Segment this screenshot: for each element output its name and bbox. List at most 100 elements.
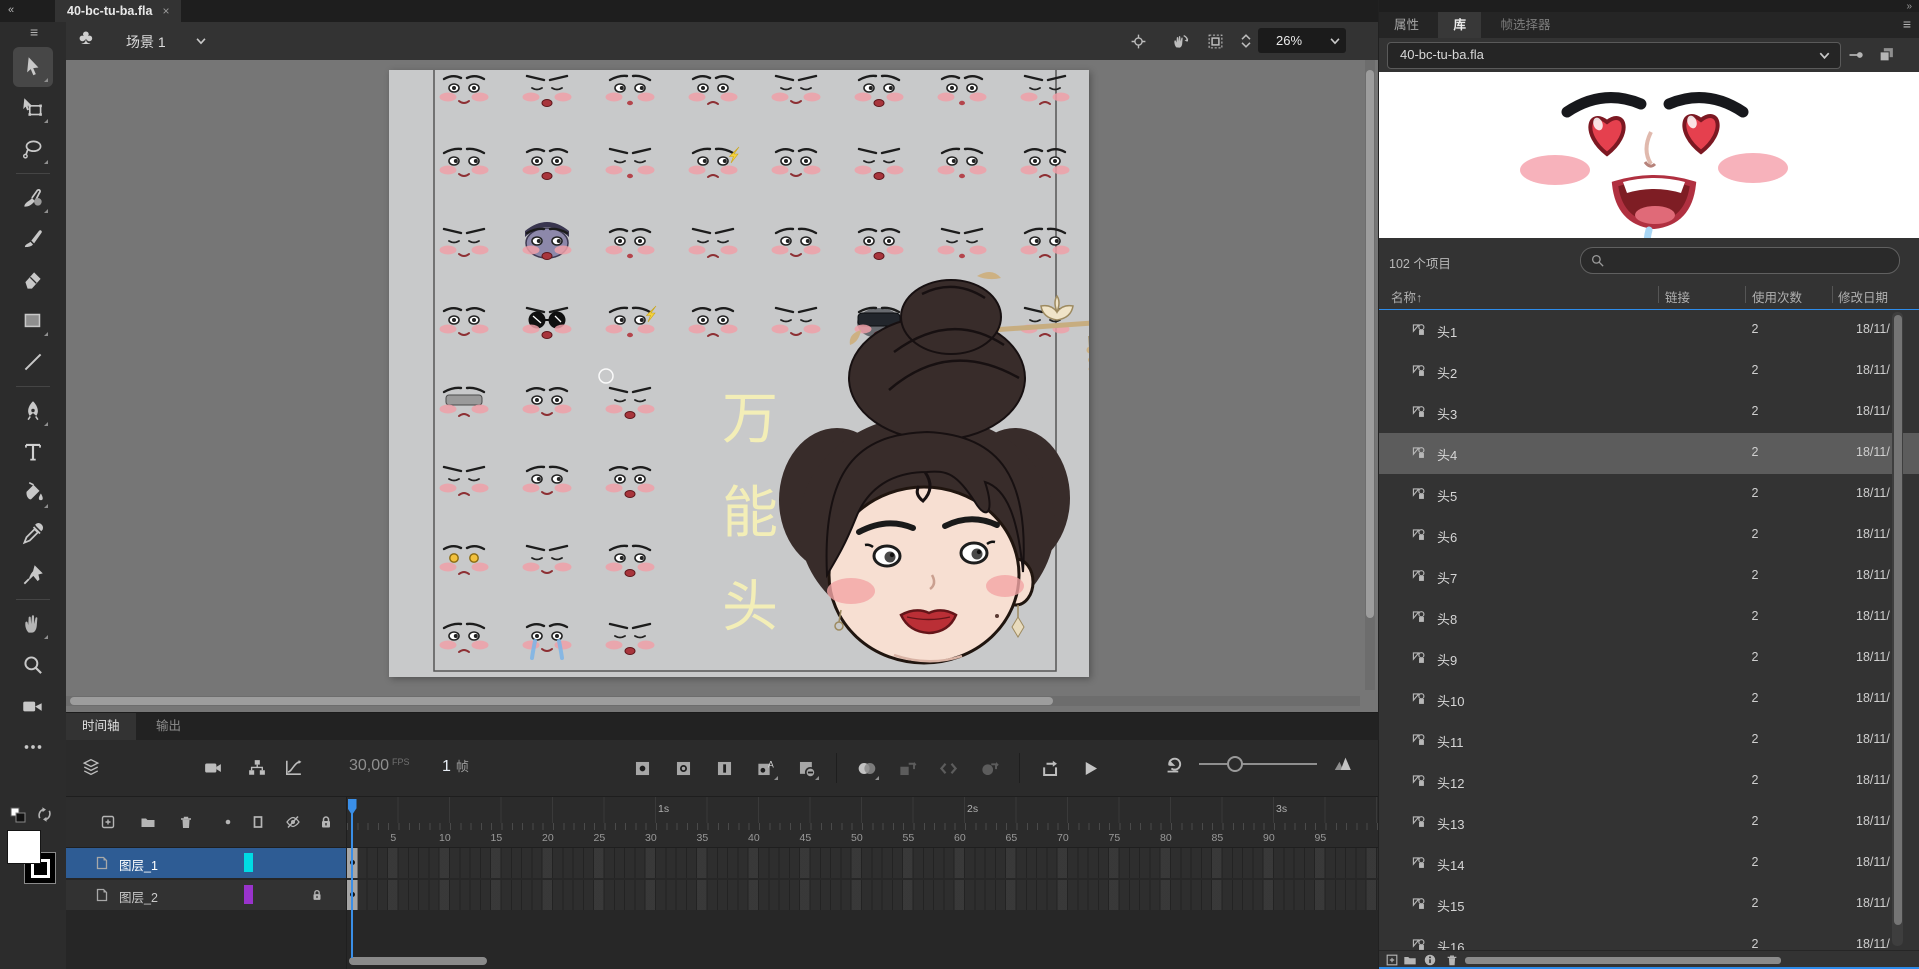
item-name[interactable]: 头8 [1437,609,1457,628]
new-folder-icon[interactable] [140,814,156,830]
toolbar-menu-icon[interactable]: ≡ [30,24,38,40]
library-column-header[interactable]: 名称↑ 链接 使用次数 修改日期 [1379,280,1919,310]
clip-content-icon[interactable] [1207,33,1224,50]
library-item-row[interactable]: 头3218/11/ [1379,392,1919,433]
item-name[interactable]: 头15 [1437,896,1464,915]
library-horizontal-scrollbar[interactable] [1465,957,1781,964]
panel-menu-icon[interactable]: ≡ [1903,16,1911,32]
tab-library[interactable]: 库 [1438,12,1481,38]
tab-output[interactable]: 输出 [140,713,197,740]
auto-keyframe-icon[interactable]: A [756,759,775,778]
collapse-panels-icon[interactable]: « [8,4,14,16]
item-name[interactable]: 头13 [1437,814,1464,833]
library-item-row[interactable]: 头16218/11/ [1379,925,1919,950]
column-linkage[interactable]: 链接 [1665,287,1690,306]
item-name[interactable]: 头3 [1437,404,1457,423]
tool-fluid-brush[interactable] [13,178,53,218]
frame-grid[interactable]: 1s2s3s 510152025303540455055606570758085… [347,797,1379,969]
default-colors-icon[interactable] [9,806,27,824]
layer-name[interactable]: 图层_1 [119,855,158,874]
item-name[interactable]: 头10 [1437,691,1464,710]
layer-row[interactable]: 图层_1 [66,848,346,878]
library-document-select[interactable]: 40-bc-tu-ba.fla [1387,42,1841,69]
insert-keyframe-icon[interactable] [633,759,652,778]
tool-classic-brush[interactable] [13,219,53,259]
layer-parenting-icon[interactable] [248,759,266,777]
library-item-row[interactable]: 头4218/11/ [1379,433,1919,474]
library-item-row[interactable]: 头13218/11/ [1379,802,1919,843]
item-name[interactable]: 头4 [1437,445,1457,464]
delete-item-icon[interactable] [1445,953,1459,967]
library-search[interactable] [1580,247,1900,274]
library-item-row[interactable]: 头12218/11/ [1379,761,1919,802]
tab-timeline[interactable]: 时间轴 [66,713,136,740]
expand-panels-icon[interactable]: » [1906,1,1912,12]
library-item-row[interactable]: 头5218/11/ [1379,474,1919,515]
timeline-ruler[interactable]: 1s2s3s 510152025303540455055606570758085… [347,797,1379,848]
item-properties-icon[interactable] [1423,953,1437,967]
layer-row[interactable]: 图层_2 [66,880,346,910]
item-name[interactable]: 头1 [1437,322,1457,341]
fill-color-swatch[interactable] [7,830,41,864]
outline-layers-icon[interactable] [250,814,266,830]
library-item-row[interactable]: 头2218/11/ [1379,351,1919,392]
close-tab-icon[interactable]: × [162,4,169,18]
layer-frame-row[interactable] [347,848,1379,878]
column-modified-date[interactable]: 修改日期 [1838,287,1888,306]
fit-timeline-icon[interactable] [1333,754,1352,773]
motion-editor-icon[interactable] [284,759,302,777]
loop-icon[interactable] [1040,759,1059,778]
center-stage-icon[interactable] [1130,33,1147,50]
tool-eyedropper[interactable] [13,514,53,554]
tool-rectangle[interactable] [13,301,53,341]
library-item-row[interactable]: 头8218/11/ [1379,597,1919,638]
library-item-row[interactable]: 头7218/11/ [1379,556,1919,597]
tool-zoom[interactable] [13,645,53,685]
tool-pin[interactable] [13,555,53,595]
library-item-row[interactable]: 头9218/11/ [1379,638,1919,679]
library-item-row[interactable]: 头6218/11/ [1379,515,1919,556]
column-name[interactable]: 名称↑ [1391,287,1422,306]
tool-more-tools[interactable] [13,727,53,767]
stage-canvas[interactable]: 万能头 [389,70,1089,677]
keyframe-cell[interactable] [347,880,358,910]
zoom-level-select[interactable]: 26% [1258,28,1346,53]
item-name[interactable]: 头16 [1437,937,1464,950]
layer-name[interactable]: 图层_2 [119,887,158,906]
search-input[interactable] [1611,250,1890,272]
item-name[interactable]: 头6 [1437,527,1457,546]
item-name[interactable]: 头7 [1437,568,1457,587]
new-symbol-icon[interactable] [1385,953,1399,967]
zoom-stepper[interactable] [1238,28,1254,54]
tool-eraser[interactable] [13,260,53,300]
add-camera-icon[interactable] [204,759,222,777]
tool-camera[interactable] [13,686,53,726]
highlight-layers-icon[interactable] [220,814,236,830]
library-item-row[interactable]: 头11218/11/ [1379,720,1919,761]
timeline-horizontal-scrollbar[interactable] [349,957,749,965]
scene-chevron-down-icon[interactable] [194,34,208,48]
add-layer-icon[interactable] [100,814,116,830]
symbol-library-icon[interactable]: ♣ [79,26,93,50]
delete-layer-icon[interactable] [178,814,194,830]
item-name[interactable]: 头2 [1437,363,1457,382]
tool-selection[interactable] [13,47,53,87]
lock-all-layers-icon[interactable] [318,814,334,830]
layers-view-icon[interactable] [82,758,100,776]
item-name[interactable]: 头5 [1437,486,1457,505]
new-folder-icon[interactable] [1403,953,1417,967]
new-library-panel-icon[interactable] [1878,46,1895,63]
library-item-row[interactable]: 头15218/11/ [1379,884,1919,925]
item-name[interactable]: 头9 [1437,650,1457,669]
swap-colors-icon[interactable] [36,806,53,823]
library-item-row[interactable]: 头14218/11/ [1379,843,1919,884]
insert-blank-keyframe-icon[interactable] [674,759,693,778]
layer-frame-row[interactable] [347,880,1379,910]
library-vertical-scrollbar[interactable] [1892,312,1903,946]
tool-paint-bucket[interactable] [13,473,53,513]
tool-text[interactable] [13,432,53,472]
tool-hand[interactable] [13,604,53,644]
layer-lock-icon[interactable] [310,888,324,902]
pin-library-icon[interactable] [1847,47,1865,63]
library-item-row[interactable]: 头1218/11/ [1379,310,1919,351]
